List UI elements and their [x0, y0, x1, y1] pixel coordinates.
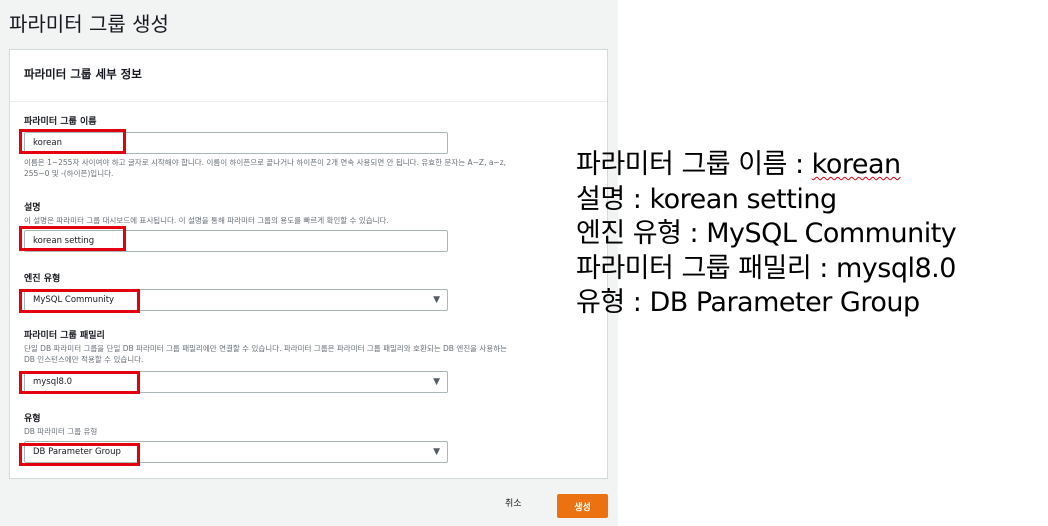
name-hint: 이름은 1~255자 사이여야 하고 글자로 시작해야 합니다. 이름이 하이픈…: [24, 155, 594, 179]
name-label: 파라미터 그룹 이름: [24, 117, 97, 127]
type-field: 유형 DB 파라미터 그룹 유형: [24, 411, 594, 437]
engine-type-label: 엔진 유형: [24, 274, 61, 284]
console-area: 파라미터 그룹 생성 파라미터 그룹 세부 정보 파라미터 그룹 이름 kore…: [0, 0, 618, 526]
engine-type-select[interactable]: MySQL Community ▼: [24, 289, 448, 311]
name-hint-line2: 255~0 및 -(하이픈)입니다.: [24, 169, 114, 178]
engine-type-field: 엔진 유형: [24, 271, 60, 284]
caret-down-icon: ▼: [433, 295, 440, 305]
annotation-notes: 파라미터 그룹 이름 : korean 설명 : korean setting …: [576, 148, 957, 321]
type-hint: DB 파라미터 그룹 유형: [24, 427, 98, 436]
annotation-name-value: korean: [811, 149, 901, 180]
description-label: 설명: [24, 203, 41, 213]
page-title: 파라미터 그룹 생성: [9, 12, 169, 36]
engine-type-value: MySQL Community: [33, 295, 115, 305]
caret-down-icon: ▼: [433, 447, 440, 457]
description-hint: 이 설명은 파라미터 그룹 대시보드에 표시됩니다. 이 설명을 통해 파라미터…: [24, 216, 389, 225]
family-label: 파라미터 그룹 패밀리: [24, 331, 105, 341]
family-select[interactable]: mysql8.0 ▼: [24, 371, 448, 393]
annotation-line-family: 파라미터 그룹 패밀리 : mysql8.0: [576, 252, 956, 284]
name-input[interactable]: korean: [24, 132, 448, 154]
cancel-button[interactable]: 취소: [505, 496, 522, 509]
family-value: mysql8.0: [33, 377, 73, 387]
type-value: DB Parameter Group: [33, 447, 121, 457]
caret-down-icon: ▼: [433, 377, 440, 387]
parameter-group-details-panel: 파라미터 그룹 세부 정보 파라미터 그룹 이름 korean 이름은 1~25…: [9, 49, 608, 479]
family-hint-line1: 단일 DB 파라미터 그룹을 단일 DB 파라미터 그룹 패밀리에만 연결할 수…: [24, 344, 508, 353]
family-field: 파라미터 그룹 패밀리 단일 DB 파라미터 그룹을 단일 DB 파라미터 그룹…: [24, 328, 594, 365]
annotation-line-engine-type: 엔진 유형 : MySQL Community: [576, 218, 957, 249]
annotation-line-description: 설명 : korean setting: [576, 183, 837, 215]
description-input[interactable]: korean setting: [24, 230, 448, 252]
annotation-line-type: 유형 : DB Parameter Group: [576, 287, 920, 318]
panel-title: 파라미터 그룹 세부 정보: [10, 50, 607, 102]
create-button[interactable]: 생성: [557, 494, 608, 518]
type-select[interactable]: DB Parameter Group ▼: [24, 441, 448, 463]
type-label: 유형: [24, 414, 41, 424]
description-field: 설명 이 설명은 파라미터 그룹 대시보드에 표시됩니다. 이 설명을 통해 파…: [24, 200, 594, 226]
name-hint-line1: 이름은 1~255자 사이여야 하고 글자로 시작해야 합니다. 이름이 하이픈…: [24, 158, 507, 167]
annotation-line-name: 파라미터 그룹 이름 : korean: [576, 148, 956, 183]
name-field: 파라미터 그룹 이름: [24, 114, 97, 127]
annotation-name-label: 파라미터 그룹 이름 :: [576, 149, 812, 180]
family-hint-line2: DB 인스턴스에만 적용할 수 있습니다.: [24, 355, 144, 364]
